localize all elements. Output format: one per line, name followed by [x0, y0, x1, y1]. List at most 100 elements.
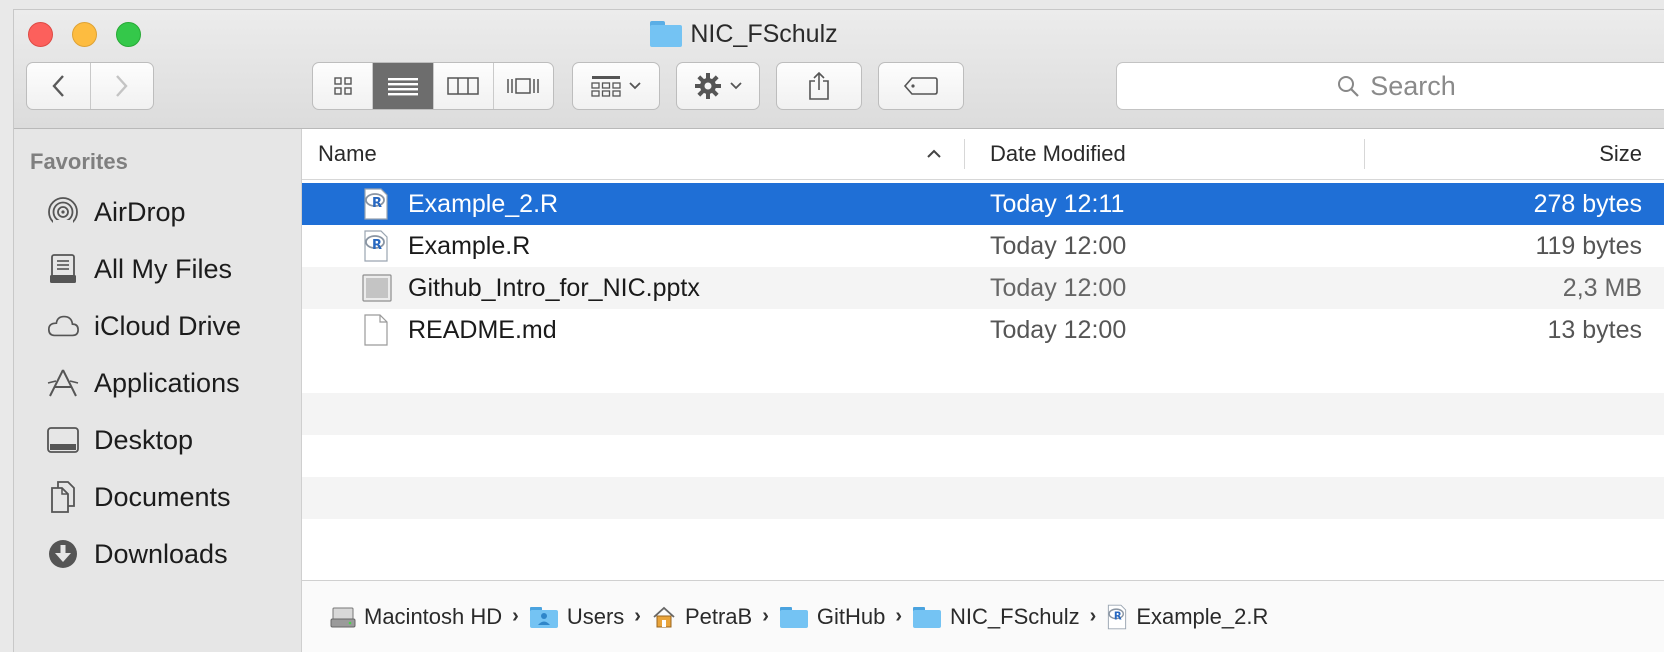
home-icon — [653, 606, 675, 627]
desktop-icon — [46, 423, 80, 457]
back-forward-group — [26, 62, 154, 110]
action-button[interactable] — [676, 62, 760, 110]
file-size: 278 bytes — [1533, 189, 1642, 218]
icloud-icon — [46, 309, 80, 343]
back-button[interactable] — [27, 63, 90, 109]
svg-text:R: R — [372, 238, 382, 253]
column-header-name[interactable]: Name — [318, 129, 377, 179]
chevron-down-icon — [730, 82, 742, 90]
path-separator: › — [512, 605, 519, 627]
cover-flow-view-button[interactable] — [494, 63, 553, 109]
path-item-label: Users — [566, 603, 625, 629]
downloads-icon — [46, 537, 80, 571]
empty-row — [302, 435, 1664, 477]
sidebar-item-documents[interactable]: Documents — [46, 475, 231, 519]
sidebar-item-applications[interactable]: Applications — [46, 361, 240, 405]
pptx-file-icon — [362, 272, 392, 304]
path-item-github[interactable]: GitHub — [779, 604, 885, 630]
titlebar: NIC_FSchulz Search — [14, 10, 1664, 129]
empty-row — [302, 351, 1664, 393]
file-name: Github_Intro_for_NIC.pptx — [408, 273, 700, 302]
folder-icon — [913, 606, 942, 628]
icon-view-icon — [333, 77, 352, 95]
file-size: 13 bytes — [1547, 315, 1642, 344]
empty-row — [302, 519, 1664, 561]
share-icon — [809, 71, 829, 100]
path-bar: Macintosh HD › Users › PetraB › GitHub ›… — [302, 580, 1664, 652]
tags-button[interactable] — [878, 62, 964, 110]
sidebar-item-icloud-drive[interactable]: iCloud Drive — [46, 304, 241, 348]
svg-text:R: R — [372, 196, 382, 211]
r-file-icon: R — [362, 230, 390, 262]
share-button[interactable] — [776, 62, 862, 110]
sidebar-item-downloads[interactable]: Downloads — [46, 532, 228, 576]
path-item-label: GitHub — [816, 603, 886, 629]
file-name: README.md — [408, 315, 557, 344]
sidebar: Favorites AirDrop All My Files iCloud Dr… — [14, 129, 302, 652]
hard-drive-icon — [330, 607, 356, 627]
window-title: NIC_FSchulz — [690, 19, 838, 48]
sidebar-item-airdrop[interactable]: AirDrop — [46, 190, 186, 234]
folder-icon — [779, 606, 808, 628]
file-date-modified: Today 12:00 — [990, 273, 1127, 302]
column-header-date-modified[interactable]: Date Modified — [990, 129, 1126, 179]
sidebar-item-label: Documents — [94, 481, 231, 512]
column-view-button[interactable] — [434, 63, 494, 109]
arrange-button[interactable] — [572, 62, 660, 110]
all-my-files-icon — [46, 252, 80, 286]
path-item-petrab[interactable]: PetraB — [651, 604, 752, 630]
path-item-label: NIC_FSchulz — [950, 603, 1080, 629]
r-file-icon: R — [362, 188, 390, 220]
sidebar-item-label: AirDrop — [94, 196, 186, 227]
table-row-selected[interactable]: R Example_2.R Today 12:11 278 bytes — [302, 183, 1664, 225]
sort-ascending-icon[interactable] — [914, 129, 954, 179]
path-item-nic-fschulz[interactable]: NIC_FSchulz — [912, 604, 1080, 630]
path-item-example-2-r[interactable]: R Example_2.R — [1106, 604, 1268, 630]
cover-flow-view-icon — [507, 78, 540, 94]
file-name: Example_2.R — [408, 189, 559, 218]
applications-icon — [46, 366, 80, 400]
users-folder-icon — [529, 606, 558, 628]
path-item-label: Macintosh HD — [364, 603, 503, 629]
path-separator: › — [1089, 605, 1097, 627]
column-divider[interactable] — [964, 139, 965, 169]
path-item-macintosh-hd[interactable]: Macintosh HD — [330, 604, 502, 630]
sidebar-item-label: Desktop — [94, 424, 194, 455]
chevron-right-icon — [115, 75, 128, 97]
path-item-users[interactable]: Users — [529, 604, 624, 630]
search-icon — [1338, 76, 1359, 97]
list-view-button[interactable] — [373, 63, 434, 109]
column-header-size[interactable]: Size — [1599, 129, 1642, 179]
path-separator: › — [762, 605, 769, 627]
window-title-wrap: NIC_FSchulz — [14, 18, 1664, 50]
table-row[interactable]: README.md Today 12:00 13 bytes — [302, 309, 1664, 351]
document-file-icon — [362, 314, 390, 346]
arrange-grid-icon — [591, 76, 621, 97]
file-date-modified: Today 12:11 — [990, 189, 1125, 218]
column-divider[interactable] — [1364, 139, 1365, 169]
file-date-modified: Today 12:00 — [990, 315, 1127, 344]
table-row[interactable]: Github_Intro_for_NIC.pptx Today 12:00 2,… — [302, 267, 1664, 309]
sidebar-item-label: Downloads — [94, 538, 228, 569]
svg-text:R: R — [1114, 611, 1122, 622]
column-header-row: Name Date Modified Size — [302, 129, 1664, 180]
sidebar-item-desktop[interactable]: Desktop — [46, 418, 193, 462]
view-mode-group — [312, 62, 554, 110]
r-file-icon: R — [1108, 604, 1127, 629]
sidebar-item-all-my-files[interactable]: All My Files — [46, 247, 232, 291]
search-input[interactable]: Search — [1116, 62, 1664, 110]
file-name: Example.R — [408, 231, 531, 260]
forward-button[interactable] — [89, 63, 154, 109]
column-view-icon — [447, 77, 479, 95]
chevron-down-icon — [629, 82, 641, 90]
table-row[interactable]: R Example.R Today 12:00 119 bytes — [302, 225, 1664, 267]
finder-window: NIC_FSchulz Search Favorites AirDrop All… — [14, 10, 1664, 652]
path-item-label: PetraB — [684, 603, 753, 629]
icon-view-button[interactable] — [313, 63, 374, 109]
list-view-icon — [387, 78, 418, 96]
documents-icon — [46, 480, 80, 514]
search-placeholder: Search — [1370, 70, 1456, 101]
path-separator: › — [895, 605, 903, 627]
gear-icon — [695, 73, 721, 99]
file-size: 2,3 MB — [1562, 273, 1642, 302]
